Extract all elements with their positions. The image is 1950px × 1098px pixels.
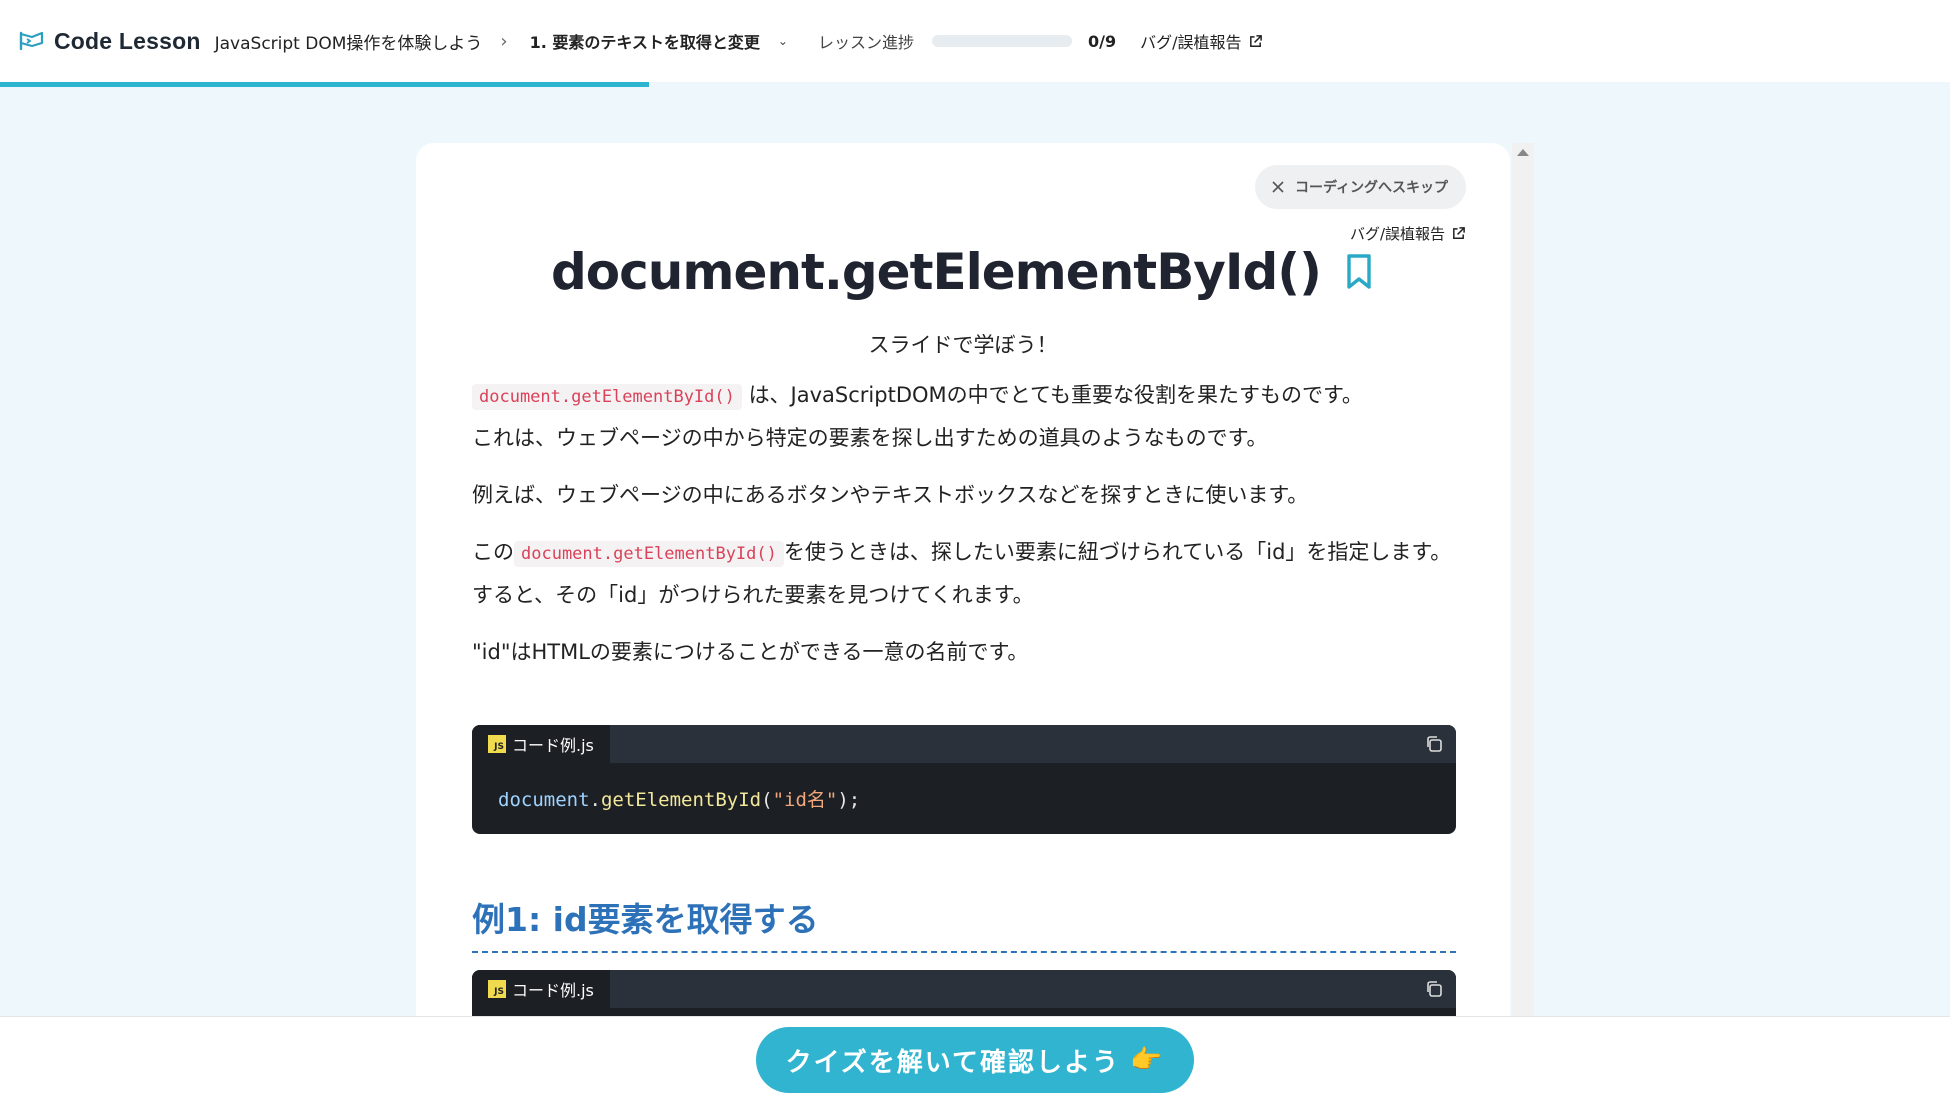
chevron-down-icon: ⌄ xyxy=(777,34,788,48)
paragraph-text: これは、ウェブページの中から特定の要素を探し出すための道具のようなものです。 xyxy=(472,426,1268,450)
slide-body: document.getElementById() は、JavaScriptDO… xyxy=(472,375,1456,689)
copy-icon[interactable] xyxy=(1424,979,1444,999)
paragraph-text: は、JavaScriptDOMの中でとても重要な役割を果たすものです。 xyxy=(748,383,1363,407)
external-link-icon xyxy=(1453,227,1465,239)
copy-icon[interactable] xyxy=(1424,734,1444,754)
logo-text: Code Lesson xyxy=(54,27,201,54)
slide-title-row: document.getElementById() xyxy=(416,243,1510,301)
code-header: JS コード例.js xyxy=(472,970,1456,1008)
paragraph-1: document.getElementById() は、JavaScriptDO… xyxy=(472,375,1456,459)
code-header: JS コード例.js xyxy=(472,725,1456,763)
lesson-select[interactable]: 1. 要素のテキストを取得と変更 ⌄ xyxy=(530,29,788,53)
paragraph-4: "id"はHTMLの要素につけることができる一意の名前です。 xyxy=(472,640,1029,664)
header-report-link[interactable]: バグ/誤植報告 xyxy=(1140,29,1262,53)
pointing-hand-icon: 👉 xyxy=(1130,1045,1165,1075)
js-file-icon: JS xyxy=(488,980,506,998)
code-block: JS コード例.js document.getElementById("id名"… xyxy=(472,725,1456,834)
close-icon xyxy=(1272,181,1284,193)
lesson-progress-bar xyxy=(931,35,1072,47)
scrollbar[interactable] xyxy=(1512,143,1534,1017)
bookmark-icon[interactable] xyxy=(1343,253,1375,291)
logo[interactable]: Code Lesson xyxy=(18,28,201,55)
slide-title: document.getElementById() xyxy=(551,243,1322,301)
logo-icon xyxy=(19,31,44,51)
paragraph-text: この xyxy=(472,540,514,564)
top-header: Code Lesson JavaScript DOM操作を体験しよう › 1. … xyxy=(0,0,1950,82)
paragraph-2: 例えば、ウェブページの中にあるボタンやテキストボックスなどを探すときに使います。 xyxy=(472,483,1309,507)
lesson-title: 1. 要素のテキストを取得と変更 xyxy=(529,33,760,52)
progress-label: レッスン進捗 xyxy=(817,33,914,52)
paragraph-text: を使うときは、探したい要素に紐づけられている「id」を指定します。 xyxy=(783,540,1452,564)
scroll-up-arrow-icon[interactable] xyxy=(1517,149,1529,156)
code-block: JS コード例.js xyxy=(472,970,1456,1017)
code-filename: コード例.js xyxy=(512,981,594,1000)
external-link-icon xyxy=(1249,34,1262,47)
card-report-label: バグ/誤植報告 xyxy=(1349,225,1445,243)
code-token: ( xyxy=(761,789,773,811)
code-token: "id名" xyxy=(772,789,838,811)
breadcrumb-chevron-icon: › xyxy=(500,30,508,52)
skip-to-coding-button[interactable]: コーディングへスキップ xyxy=(1254,165,1466,209)
card-report-link[interactable]: バグ/誤植報告 xyxy=(1350,223,1466,244)
skip-label: コーディングへスキップ xyxy=(1294,180,1448,196)
inline-code: document.getElementById() xyxy=(472,384,742,410)
code-tab: JS コード例.js xyxy=(472,970,610,1008)
bottom-bar: クイズを解いて確認しよう 👉 xyxy=(0,1016,1950,1098)
code-filename: コード例.js xyxy=(512,736,594,755)
progress-count: 0/9 xyxy=(1087,31,1117,51)
course-title[interactable]: JavaScript DOM操作を体験しよう xyxy=(215,29,483,54)
code-token: . xyxy=(589,789,601,811)
slide-subtitle: スライドで学ぼう！ xyxy=(868,333,1058,357)
code-content: document.getElementById("id名"); xyxy=(472,763,1456,834)
quiz-button[interactable]: クイズを解いて確認しよう 👉 xyxy=(756,1027,1194,1093)
quiz-label: クイズを解いて確認しよう xyxy=(785,1047,1121,1078)
js-file-icon: JS xyxy=(488,735,506,753)
inline-code: document.getElementById() xyxy=(514,541,784,567)
code-token: document xyxy=(498,789,590,811)
code-token: getElementById xyxy=(600,789,762,811)
slide-card: コーディングへスキップ バグ/誤植報告 document.getElementB… xyxy=(416,143,1510,1017)
page-progress-bar xyxy=(0,82,650,87)
report-label: バグ/誤植報告 xyxy=(1140,33,1242,52)
section-heading: 例1: id要素を取得する xyxy=(472,893,1456,953)
paragraph-text: すると、その「id」がつけられた要素を見つけてくれます。 xyxy=(472,583,1034,607)
paragraph-3: この document.getElementById() を使うときは、探したい要素… xyxy=(472,532,1456,616)
code-token: ); xyxy=(837,789,861,811)
code-tab: JS コード例.js xyxy=(472,725,610,763)
